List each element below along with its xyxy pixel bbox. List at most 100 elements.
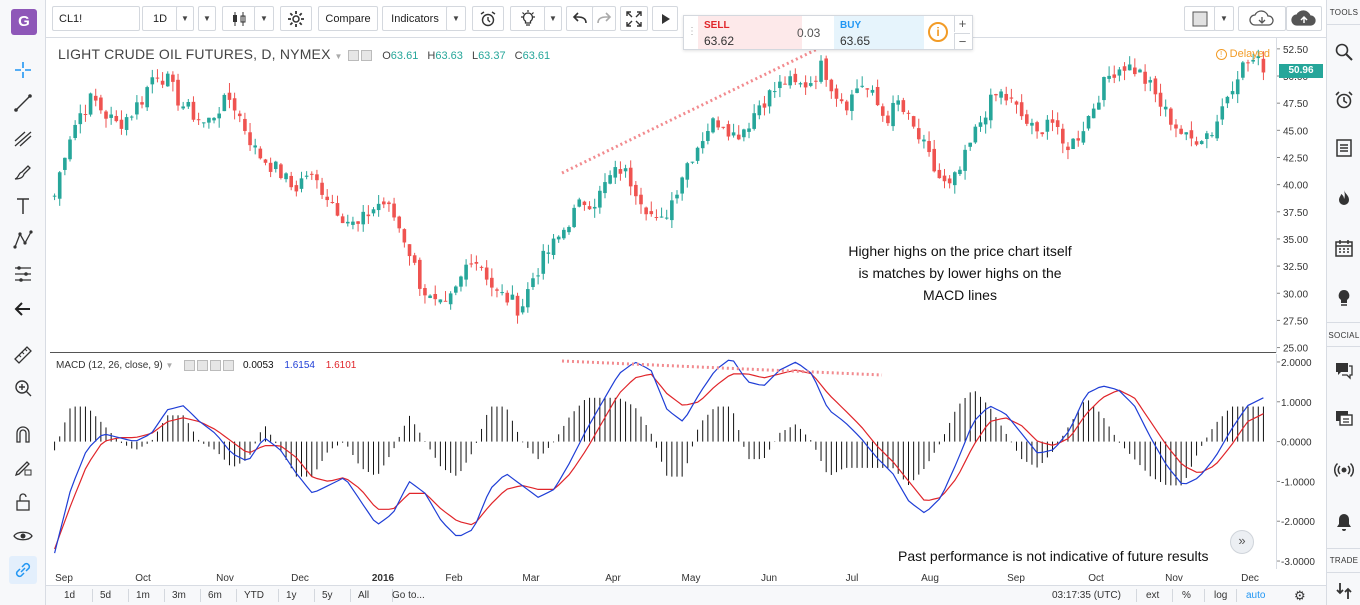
list-icon[interactable] — [1332, 136, 1356, 160]
pattern-icon[interactable] — [9, 226, 37, 254]
interval-dropdown-button[interactable]: ▼ — [176, 6, 194, 31]
templates-button[interactable] — [510, 6, 546, 31]
calendar-icon[interactable] — [1332, 236, 1356, 260]
ideas-stream-icon[interactable] — [1332, 406, 1356, 430]
candle — [392, 197, 396, 221]
link-icon[interactable] — [9, 556, 37, 584]
settings-mini-icon[interactable] — [184, 360, 196, 371]
chevron-down-icon[interactable]: ▼ — [166, 361, 174, 370]
candle — [922, 134, 926, 149]
ext-toggle[interactable]: ext — [1146, 590, 1159, 601]
magnet-icon[interactable] — [9, 421, 37, 449]
buy-button[interactable]: BUY 63.65 — [834, 16, 924, 49]
templates-dropdown[interactable]: ▼ — [544, 6, 562, 31]
load-chart-button[interactable] — [1238, 6, 1286, 31]
zoom-minus-button[interactable]: − — [954, 33, 970, 49]
candle — [788, 70, 792, 89]
sell-button[interactable]: SELL 63.62 — [698, 16, 802, 49]
indicators-button[interactable]: Indicators — [382, 6, 448, 31]
layout-button[interactable] — [1184, 6, 1216, 31]
scroll-right-button[interactable]: » — [1230, 530, 1254, 554]
unlock-icon[interactable] — [9, 488, 37, 516]
price-pane[interactable]: LIGHT CRUDE OIL FUTURES, D, NYMEX ▼ O63.… — [50, 36, 1276, 353]
search-icon[interactable] — [1332, 40, 1356, 64]
trend-line-icon[interactable] — [9, 89, 37, 117]
settings-mini-icon[interactable] — [348, 49, 360, 61]
candle — [495, 287, 499, 298]
delayed-label: Delayed — [1229, 48, 1270, 60]
zoom-in-icon[interactable] — [9, 374, 37, 402]
range-button-3m[interactable]: 3m — [172, 590, 186, 601]
chart-style-button[interactable] — [222, 6, 256, 31]
text-icon[interactable] — [9, 192, 37, 220]
candle — [454, 285, 458, 296]
back-arrow-icon[interactable] — [9, 295, 37, 323]
app-logo[interactable]: G — [11, 9, 37, 35]
log-toggle[interactable]: log — [1214, 590, 1227, 601]
alert-button[interactable] — [472, 6, 504, 31]
macd-pane[interactable]: MACD (12, 26, close, 9) ▼ 0.0053 1.6154 … — [50, 354, 1276, 569]
indicators-dropdown[interactable]: ▼ — [446, 6, 466, 31]
divider — [278, 589, 279, 602]
price-axis[interactable]: 25.00 27.50 30.00 32.50 35.00 37.50 40.00 42.50… — [1215, 38, 1326, 355]
interval-button[interactable]: 1D — [142, 6, 178, 31]
zoom-plus-button[interactable]: + — [954, 16, 970, 32]
lower-highs-line[interactable] — [561, 359, 883, 377]
ruler-icon[interactable] — [9, 341, 37, 369]
hide-mini-icon[interactable] — [197, 360, 209, 371]
candle — [171, 71, 175, 92]
candle — [500, 284, 504, 296]
prediction-icon[interactable] — [9, 260, 37, 288]
range-button-1m[interactable]: 1m — [136, 590, 150, 601]
add-mini-icon[interactable] — [210, 360, 222, 371]
bell-icon[interactable] — [1332, 510, 1356, 534]
range-button-all[interactable]: All — [358, 590, 369, 601]
redo-button[interactable] — [592, 6, 616, 31]
symbol-search-input[interactable]: CL1! — [52, 6, 140, 31]
gear-icon[interactable]: ⚙ — [1294, 588, 1306, 604]
chevron-down-icon[interactable]: ▼ — [335, 52, 343, 61]
chart-area[interactable]: LIGHT CRUDE OIL FUTURES, D, NYMEX ▼ O63.… — [50, 36, 1326, 585]
crosshair-icon[interactable] — [9, 56, 37, 84]
time-tick-label: Oct — [1088, 573, 1104, 584]
lightbulb-icon[interactable] — [1332, 286, 1356, 310]
range-button-1d[interactable]: 1d — [64, 590, 75, 601]
info-icon[interactable]: i — [928, 22, 948, 42]
replay-button[interactable] — [652, 6, 678, 31]
chevron-down-icon: ▼ — [260, 14, 268, 23]
fire-icon[interactable] — [1332, 186, 1356, 210]
trade-arrows-icon[interactable] — [1332, 579, 1356, 603]
brush-icon[interactable] — [9, 158, 37, 186]
time-axis[interactable]: Sep Oct Nov Dec 2016 Feb Mar Apr May Jun Jul Aug Sep… — [50, 569, 1276, 585]
alarm-clock-icon[interactable] — [1332, 88, 1356, 112]
layout-dropdown[interactable]: ▼ — [1214, 6, 1234, 31]
auto-toggle[interactable]: auto — [1246, 590, 1265, 601]
broadcast-icon[interactable] — [1332, 458, 1356, 482]
higher-highs-line[interactable] — [561, 36, 841, 175]
eye-icon[interactable] — [9, 522, 37, 550]
pitchfork-icon[interactable] — [9, 124, 37, 152]
close-mini-icon[interactable] — [223, 360, 235, 371]
save-chart-button[interactable] — [1286, 6, 1322, 31]
fullscreen-button[interactable] — [620, 6, 648, 31]
undo-button[interactable] — [566, 6, 594, 31]
compare-button[interactable]: Compare — [318, 6, 378, 31]
lock-drawing-icon[interactable] — [9, 454, 37, 482]
chat-icon[interactable] — [1332, 358, 1356, 382]
interval-menu-button[interactable]: ▼ — [198, 6, 216, 31]
percent-toggle[interactable]: % — [1182, 590, 1191, 601]
candle — [63, 157, 67, 176]
high-value: 63.63 — [435, 50, 463, 62]
hide-mini-icon[interactable] — [361, 49, 373, 61]
candle — [387, 200, 391, 212]
macd-axis[interactable]: 2.0000 1.0000 0.0000 -1.0000 -2.0000 -3.0000 — [1276, 354, 1326, 569]
candle — [798, 81, 803, 88]
goto-button[interactable]: Go to... — [392, 590, 425, 601]
range-button-1y[interactable]: 1y — [286, 590, 297, 601]
range-button-6m[interactable]: 6m — [208, 590, 222, 601]
range-button-ytd[interactable]: YTD — [244, 590, 264, 601]
range-button-5d[interactable]: 5d — [100, 590, 111, 601]
settings-button[interactable] — [280, 6, 312, 31]
chart-style-dropdown[interactable]: ▼ — [254, 6, 274, 31]
range-button-5y[interactable]: 5y — [322, 590, 333, 601]
